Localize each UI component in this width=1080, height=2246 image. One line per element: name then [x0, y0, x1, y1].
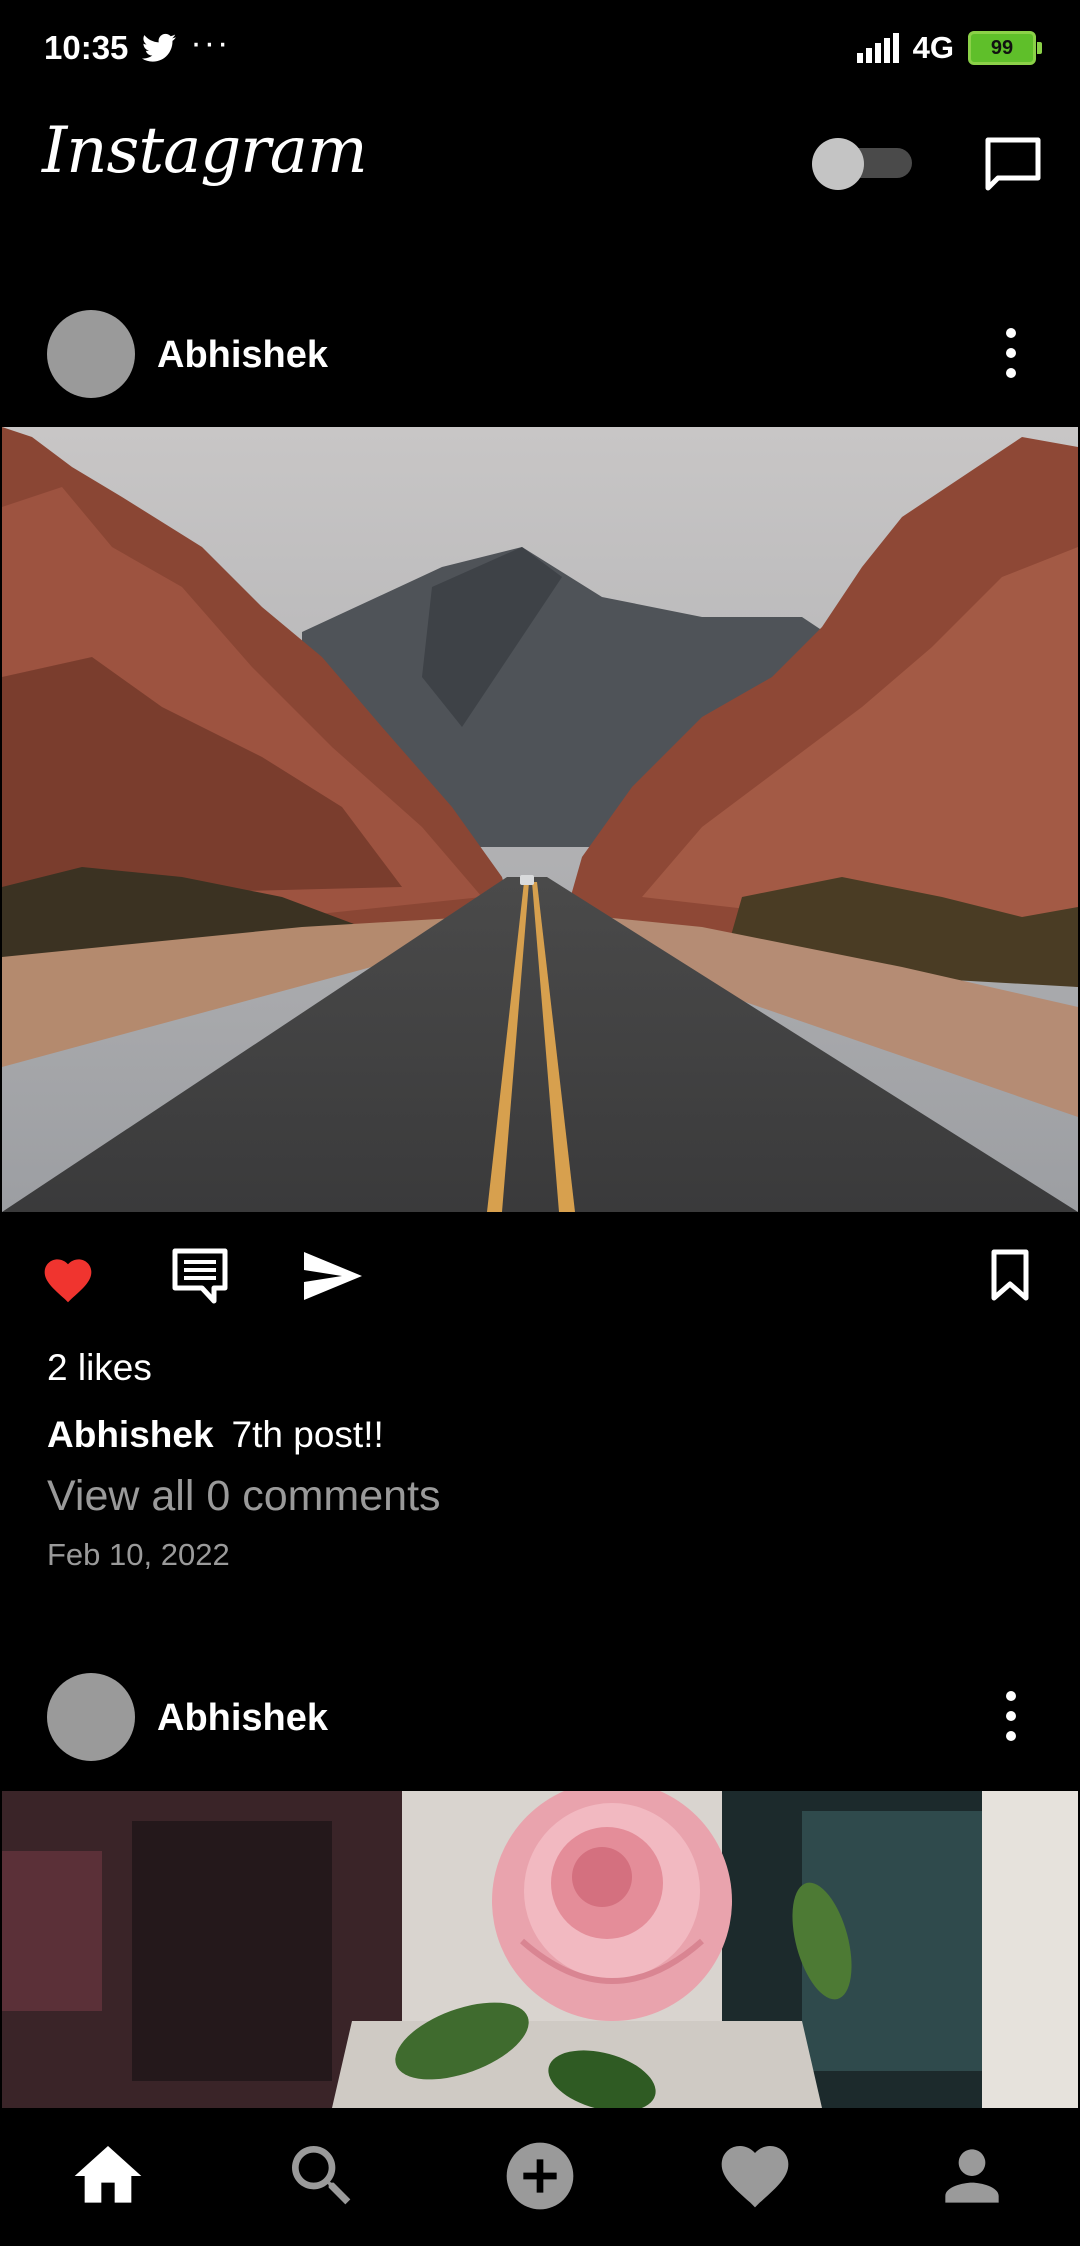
post-header: Abhishek — [0, 292, 1080, 416]
avatar[interactable] — [47, 1673, 135, 1761]
caption-username[interactable]: Abhishek — [47, 1414, 214, 1455]
rose-photo — [2, 1791, 1078, 2108]
avatar[interactable] — [47, 310, 135, 398]
signal-icon — [856, 33, 899, 63]
status-right: 4G 99 — [856, 30, 1042, 66]
post-username[interactable]: Abhishek — [157, 1697, 328, 1740]
network-type: 4G — [912, 30, 954, 65]
like-count[interactable]: 2 likes — [47, 1347, 152, 1389]
status-more-indicator: ··· — [190, 23, 231, 62]
post-image[interactable] — [2, 427, 1078, 1212]
heart-icon[interactable] — [715, 2136, 795, 2216]
status-left: 10:35 ··· — [44, 24, 230, 67]
post-actions — [0, 1222, 1080, 1322]
bottom-nav — [0, 2108, 1080, 2246]
view-comments-link[interactable]: View all 0 comments — [47, 1472, 441, 1521]
home-icon[interactable] — [68, 2136, 148, 2216]
post-caption: Abhishek 7th post!! — [47, 1414, 384, 1456]
post-date: Feb 10, 2022 — [47, 1537, 230, 1572]
more-options-icon[interactable] — [995, 1685, 1027, 1747]
messages-icon[interactable] — [982, 134, 1044, 196]
theme-toggle[interactable] — [812, 138, 912, 190]
more-options-icon[interactable] — [995, 322, 1027, 384]
comment-icon[interactable] — [170, 1246, 230, 1306]
post-card: Abhishek — [0, 1655, 1080, 2108]
share-send-icon[interactable] — [302, 1250, 364, 1302]
search-icon[interactable] — [282, 2136, 362, 2216]
toggle-knob — [812, 138, 864, 190]
like-heart-icon[interactable] — [40, 1252, 96, 1304]
app-header: Instagram — [0, 96, 1080, 236]
add-post-icon[interactable] — [500, 2136, 580, 2216]
status-time: 10:35 — [44, 29, 129, 66]
post-card: Abhishek — [0, 292, 1080, 1622]
post-username[interactable]: Abhishek — [157, 334, 328, 377]
battery-level: 99 — [990, 36, 1014, 59]
post-header: Abhishek — [0, 1655, 1080, 1779]
caption-text: 7th post!! — [231, 1414, 384, 1455]
profile-icon[interactable] — [932, 2136, 1012, 2216]
post-image[interactable] — [2, 1791, 1078, 2108]
bookmark-icon[interactable] — [990, 1248, 1030, 1302]
battery-icon: 99 — [968, 31, 1042, 65]
twitter-icon — [142, 33, 177, 62]
instagram-logo: Instagram — [42, 114, 368, 188]
desert-road-photo — [2, 427, 1078, 1212]
status-bar: 10:35 ··· 4G 99 — [0, 0, 1080, 96]
